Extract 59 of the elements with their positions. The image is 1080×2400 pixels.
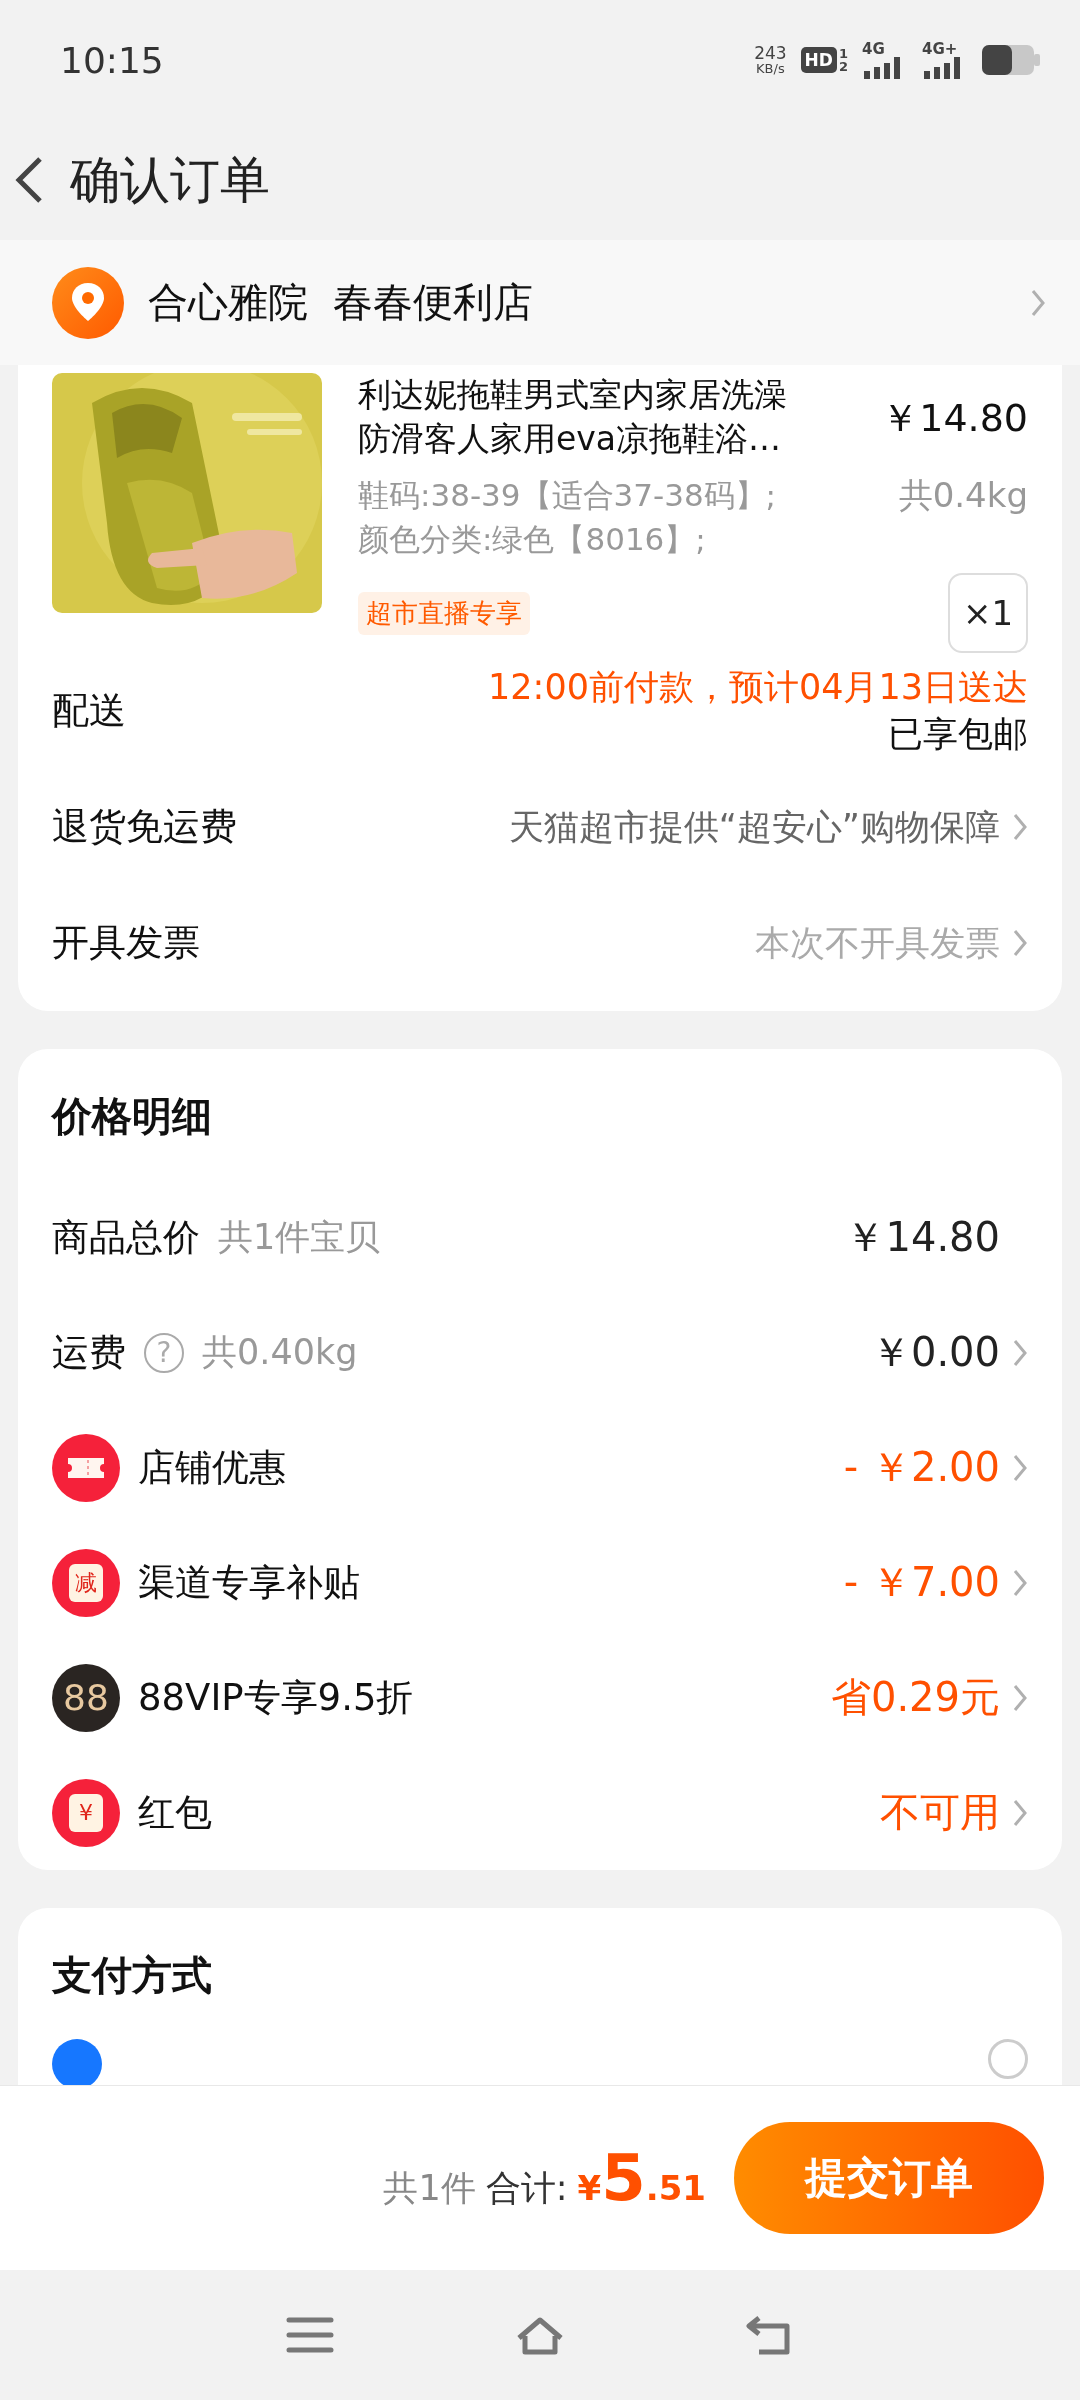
row-label: 店铺优惠	[138, 1444, 286, 1491]
quantity-button[interactable]: ×1	[948, 573, 1028, 653]
network-type: 4G+	[922, 41, 958, 57]
product-title: 防滑客人家用eva凉拖鞋浴…	[358, 418, 783, 460]
product-spec: 颜色分类:绿色【8016】;	[358, 520, 707, 559]
row-label: 88VIP专享9.5折	[138, 1674, 414, 1721]
ticket-icon	[52, 1433, 120, 1502]
product-price: ￥14.80	[881, 395, 1028, 442]
section-title: 支付方式	[52, 1951, 213, 2000]
row-label: 开具发票	[52, 920, 200, 966]
address-bar[interactable]: 合心雅院 春春便利店	[0, 240, 1080, 365]
promo-tag: 超市直播专享	[358, 591, 530, 635]
sim-number: 2	[838, 60, 848, 73]
row-value[interactable]: 省0.29元	[830, 1670, 1000, 1725]
row-label: 运费	[52, 1329, 126, 1376]
row-value[interactable]: - ￥2.00	[843, 1440, 1000, 1495]
chevron-right-icon	[1030, 287, 1046, 318]
item-count: 共1件	[383, 2167, 476, 2210]
product-weight: 共0.4kg	[898, 474, 1028, 517]
speed-unit: KB/s	[756, 62, 785, 75]
total-label: 合计:	[485, 2167, 568, 2210]
row-value[interactable]: 本次不开具发票	[755, 919, 1000, 967]
product-spec: 鞋码:38-39【适合37-38码】;	[358, 476, 777, 515]
row-note: 已享包邮	[888, 713, 1028, 756]
row-value[interactable]: 天猫超市提供“超安心”购物保障	[508, 803, 1000, 851]
radio-button[interactable]	[988, 2039, 1028, 2079]
total-amount: ¥5.51	[577, 2141, 706, 2215]
row-note: 共1件宝贝	[218, 1216, 381, 1259]
home-icon[interactable]	[515, 2314, 565, 2356]
row-value[interactable]: 不可用	[880, 1785, 1000, 1840]
network-type: 4G	[862, 41, 885, 57]
payment-icon	[52, 2039, 102, 2085]
row-label: 配送	[52, 688, 126, 734]
row-label: 红包	[138, 1789, 212, 1836]
row-value: 12:00前付款，预计04月13日送达	[488, 666, 1028, 709]
product-title: 利达妮拖鞋男式室内家居洗澡	[358, 374, 787, 416]
row-label: 渠道专享补贴	[138, 1559, 360, 1606]
row-value[interactable]: - ￥7.00	[843, 1555, 1000, 1610]
clock-time: 10:15	[60, 39, 164, 81]
back-icon	[14, 156, 44, 204]
envelope-icon: ¥	[52, 1778, 120, 1847]
row-note: 共0.40kg	[202, 1331, 358, 1374]
back-button[interactable]	[14, 156, 44, 204]
sim-number: 1	[838, 47, 848, 60]
location-pin-icon	[52, 266, 124, 339]
battery-icon	[982, 45, 1040, 75]
row-label: 退货免运费	[52, 804, 237, 850]
section-title: 价格明细	[52, 1092, 213, 1141]
hd-badge: HD	[800, 47, 837, 73]
vip-badge-icon: 88	[52, 1663, 120, 1732]
row-label: 商品总价	[52, 1214, 200, 1261]
network-speed: 243	[754, 45, 787, 62]
row-value: ￥14.80	[845, 1213, 1000, 1262]
address-text: 合心雅院 春春便利店	[148, 278, 535, 327]
page-title: 确认订单	[70, 149, 270, 211]
discount-badge-icon: 减	[52, 1548, 120, 1617]
submit-order-button[interactable]: 提交订单	[734, 2122, 1044, 2234]
help-icon[interactable]: ?	[144, 1332, 184, 1373]
row-value[interactable]: ￥0.00	[870, 1325, 1000, 1380]
